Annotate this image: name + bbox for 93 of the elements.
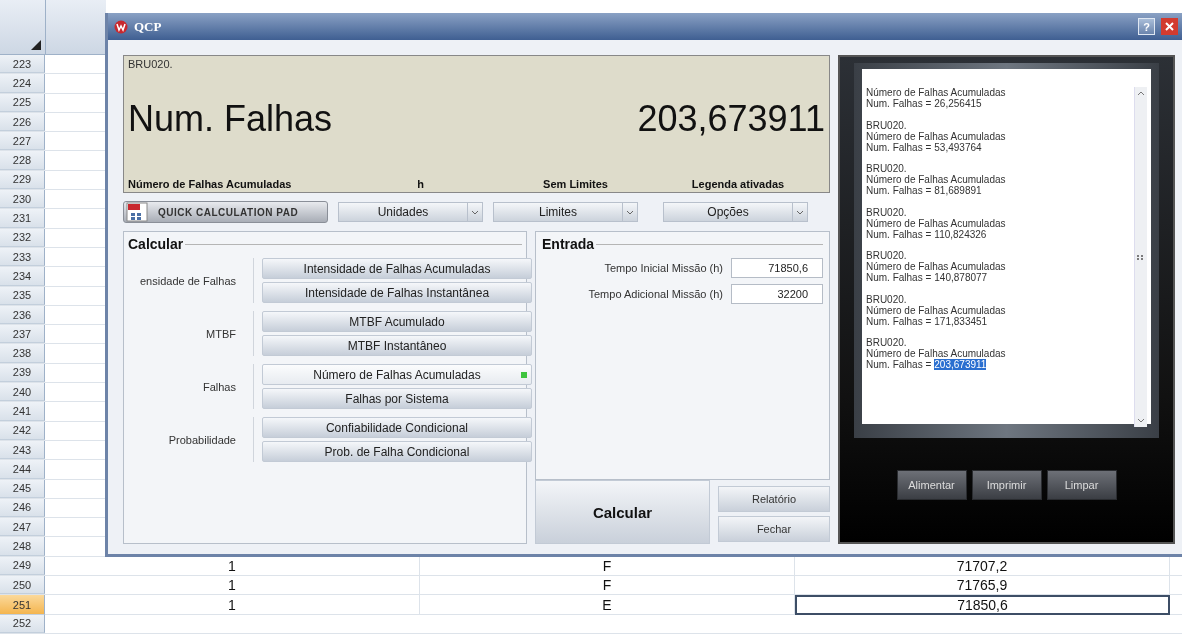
tape-line: Número de Falhas Acumuladas [866, 87, 1007, 98]
tape-line: Número de Falhas Acumuladas [866, 174, 1007, 185]
tape-line: Número de Falhas Acumuladas [866, 130, 1007, 142]
row-header[interactable]: 224 [0, 74, 45, 93]
calculation-button[interactable]: Intensidade de Falhas Acumuladas [262, 258, 532, 279]
row-header[interactable]: 251 [0, 595, 45, 616]
row-header[interactable]: 234 [0, 267, 45, 286]
group-label: ensidade de Falhas [139, 274, 236, 287]
group-label: Falhas [201, 380, 236, 393]
row-header[interactable]: 238 [0, 344, 45, 363]
status-caption: h [416, 178, 425, 190]
tape-value: 81,689891 [934, 185, 982, 196]
tape-line: Número de Falhas Acumuladas [866, 217, 1007, 229]
field-label: Tempo Adicional Missão (h) [588, 288, 723, 300]
row-header[interactable]: 223 [0, 55, 45, 74]
tape-line: BRU020. [866, 337, 908, 348]
report-button[interactable]: Relatório [718, 486, 830, 512]
grip-icon[interactable] [1135, 252, 1145, 262]
tape-label: Num. Falhas = [866, 315, 932, 327]
calculation-button[interactable]: MTBF Instantâneo [262, 335, 532, 356]
tape-value: 53,493764 [934, 141, 982, 153]
status-caption: Sem Limites [542, 178, 609, 190]
row-header[interactable]: 247 [0, 518, 45, 537]
calculation-button[interactable]: Prob. de Falha Condicional [262, 441, 532, 462]
tape-value: 140,878077 [934, 272, 988, 283]
tape-value: 26,256415 [934, 98, 982, 109]
status-caption: Número de Falhas Acumuladas [128, 178, 293, 190]
table-cell: 1 [45, 576, 420, 595]
row-header[interactable]: 237 [0, 325, 45, 344]
tape-line: BRU020. [866, 206, 908, 218]
tape-label: Num. Falhas = [866, 359, 932, 370]
tape-label: Num. Falhas = [866, 228, 932, 240]
column-header[interactable] [46, 0, 106, 55]
tape-line: Número de Falhas Acumuladas [866, 261, 1007, 272]
group-label: MTBF [205, 327, 236, 340]
tape-label: Num. Falhas = [866, 185, 932, 196]
tape-line: Número de Falhas Acumuladas [866, 348, 1007, 359]
calculation-button[interactable]: Intensidade de Falhas Instantânea [262, 282, 532, 303]
field-label: Tempo Inicial Missão (h) [604, 262, 723, 274]
group-label: Probabilidade [167, 433, 236, 446]
printer-button[interactable]: Alimentar [896, 470, 967, 500]
source-label: BRU020. [128, 58, 174, 70]
printer-button[interactable]: Limpar [1046, 470, 1117, 500]
tape-value: 171,833451 [934, 315, 988, 327]
calculation-button[interactable]: Falhas por Sistema [262, 388, 532, 409]
input-field[interactable]: 32200 [731, 284, 823, 304]
calculation-button[interactable]: MTBF Acumulado [262, 311, 532, 332]
table-cell: E [420, 595, 795, 616]
quick-calculation-pad-button[interactable]: QUICK CALCULATION PAD [123, 201, 328, 223]
logo-icon [114, 19, 128, 34]
row-header[interactable]: 227 [0, 132, 45, 151]
tape-line: Número de Falhas Acumuladas [866, 304, 1007, 316]
row-header[interactable]: 244 [0, 460, 45, 479]
close-button[interactable]: Fechar [718, 516, 830, 542]
tape-line: BRU020. [866, 119, 908, 131]
dropdown[interactable]: Unidades [338, 202, 483, 222]
window-title: QCP [134, 18, 163, 35]
dropdown[interactable]: Opções [663, 202, 808, 222]
tape-label: Num. Falhas = [866, 141, 932, 153]
row-header[interactable]: 228 [0, 151, 45, 170]
tape-line: BRU020. [866, 293, 908, 305]
table-cell: 1 [45, 595, 420, 616]
printer-button[interactable]: Imprimir [971, 470, 1042, 500]
input-field[interactable]: 71850,6 [731, 258, 823, 278]
calculation-button[interactable]: Número de Falhas Acumuladas [262, 364, 532, 385]
tape-line: BRU020. [866, 163, 908, 174]
panel-title: Entrada [542, 236, 595, 252]
select-all-corner[interactable] [0, 0, 46, 55]
tape-value: 203,673911 [934, 359, 987, 370]
calculate-button[interactable]: Calcular [535, 480, 710, 544]
tape-label: Num. Falhas = [866, 272, 932, 283]
triangle-icon [31, 40, 41, 50]
calculation-button[interactable]: Confiabilidade Condicional [262, 417, 532, 438]
table-cell: 71850,6 [795, 595, 1170, 616]
row-header[interactable]: 231 [0, 209, 45, 228]
panel-title: Calcular [128, 236, 184, 252]
calculator-icon [126, 202, 148, 222]
row-header[interactable]: 230 [0, 190, 45, 209]
close-icon[interactable] [1161, 18, 1178, 35]
result-value: 203,673911 [637, 98, 825, 140]
scrollbar[interactable] [1134, 87, 1147, 427]
tape-label: Num. Falhas = [866, 98, 932, 109]
table-cell: 71765,9 [795, 576, 1170, 595]
table-cell: F [420, 576, 795, 595]
dropdown[interactable]: Limites [493, 202, 638, 222]
tape-line: BRU020. [866, 250, 908, 261]
row-header[interactable]: 250 [0, 576, 45, 595]
tape-value: 110,824326 [934, 228, 987, 240]
quantity-name: Num. Falhas [128, 98, 333, 140]
row-header[interactable]: 241 [0, 402, 45, 421]
status-caption: Legenda ativadas [690, 178, 786, 190]
row-header[interactable]: 248 [0, 537, 45, 556]
row-header[interactable]: 240 [0, 383, 45, 402]
